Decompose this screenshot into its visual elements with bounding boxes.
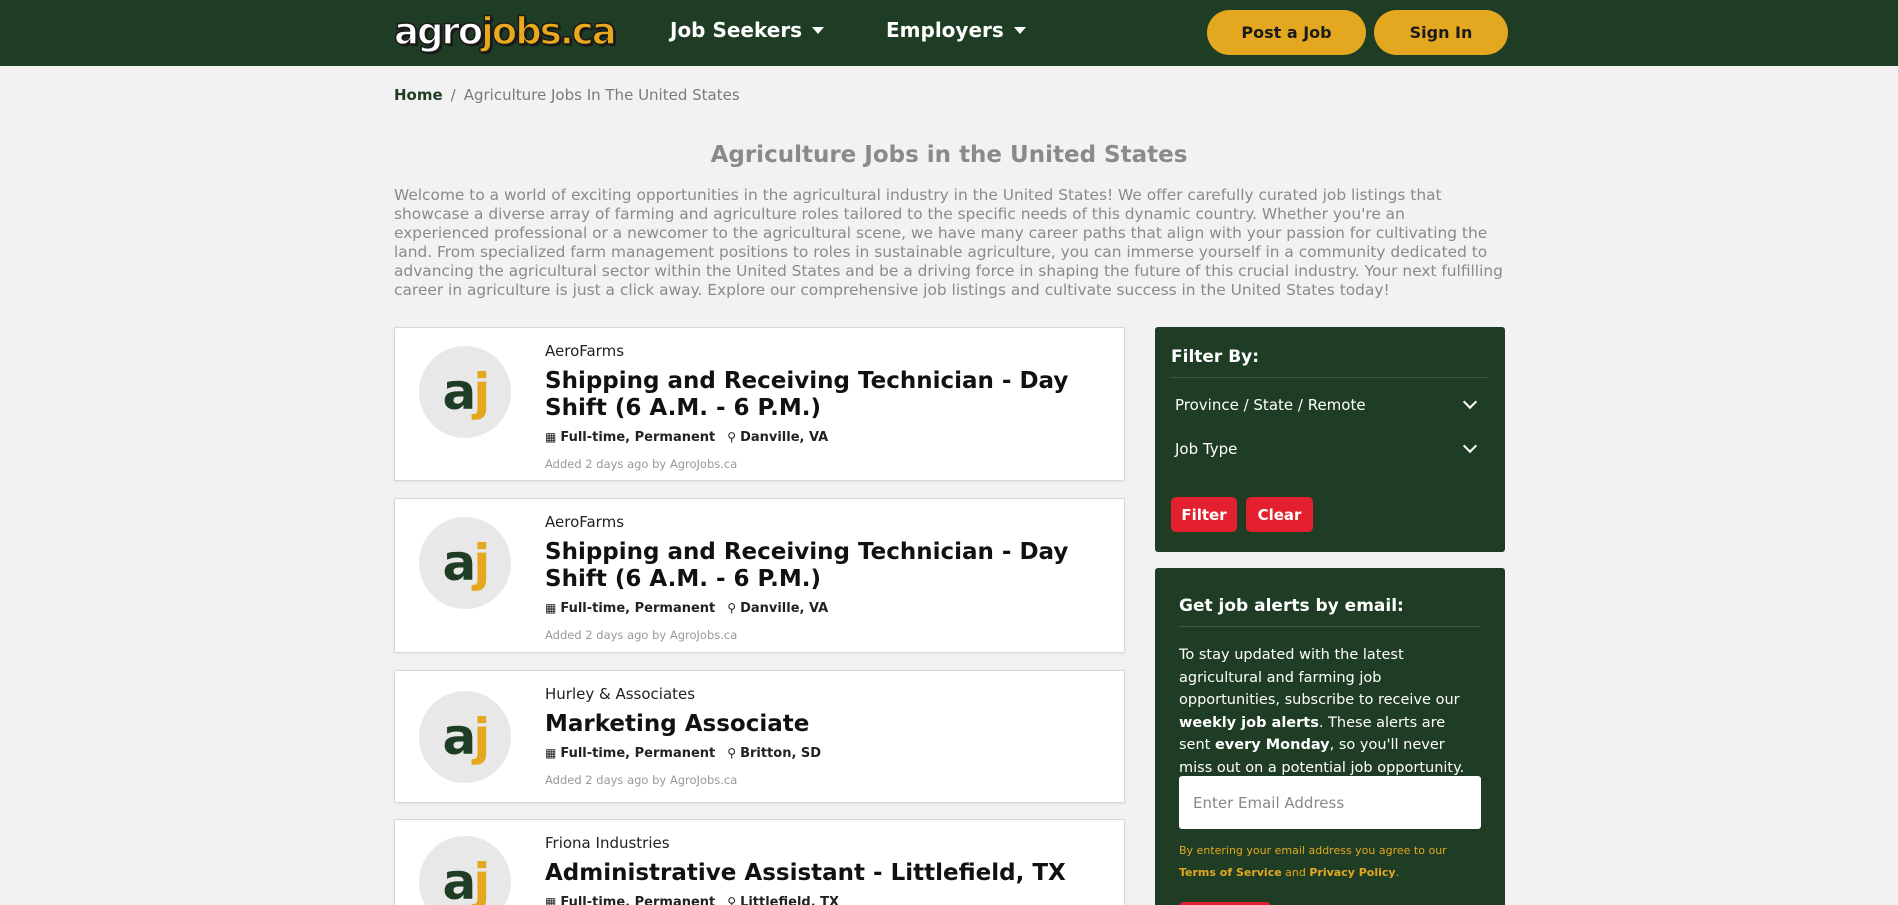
- job-type-dropdown[interactable]: Job Type: [1175, 438, 1478, 458]
- clear-button[interactable]: Clear: [1246, 497, 1313, 532]
- sign-in-button[interactable]: Sign In: [1374, 10, 1508, 55]
- divider: [1179, 626, 1481, 627]
- calendar-icon: ▦: [545, 430, 557, 444]
- breadcrumb-separator: /: [450, 86, 456, 104]
- nav-job-seekers[interactable]: Job Seekers: [670, 18, 825, 42]
- breadcrumb-current: Agriculture Jobs In The United States: [463, 86, 740, 104]
- divider: [1171, 377, 1489, 378]
- nav-employers[interactable]: Employers: [886, 18, 1026, 42]
- privacy-link[interactable]: Privacy Policy: [1309, 866, 1395, 879]
- company-logo: aj: [419, 346, 511, 438]
- chevron-down-icon: [1462, 438, 1478, 454]
- job-type-label: Job Type: [1175, 440, 1238, 458]
- map-marker-icon: ⚲: [727, 430, 737, 444]
- email-input[interactable]: [1179, 776, 1481, 829]
- filter-heading: Filter By:: [1171, 347, 1260, 367]
- province-state-dropdown[interactable]: Province / State / Remote: [1175, 394, 1478, 414]
- job-type: ▦ Full-time, Permanent: [545, 746, 716, 761]
- job-type: ▦ Full-time, Permanent: [545, 430, 716, 445]
- job-card[interactable]: aj AeroFarms Shipping and Receiving Tech…: [394, 498, 1125, 653]
- site-logo[interactable]: agrojobs.ca: [393, 10, 617, 53]
- page-intro: Welcome to a world of exciting opportuni…: [394, 186, 1503, 299]
- province-state-label: Province / State / Remote: [1175, 396, 1366, 414]
- caret-down-icon: [812, 26, 825, 34]
- job-location: ⚲ Britton, SD: [727, 746, 822, 761]
- company-name: AeroFarms: [545, 513, 625, 531]
- calendar-icon: ▦: [545, 746, 557, 760]
- added-info: Added 2 days ago by AgroJobs.ca: [545, 628, 738, 642]
- calendar-icon: ▦: [545, 601, 557, 615]
- terms-link[interactable]: Terms of Service: [1179, 866, 1282, 879]
- company-name: Friona Industries: [545, 834, 670, 852]
- job-location: ⚲ Danville, VA: [727, 601, 829, 616]
- alerts-heading: Get job alerts by email:: [1179, 596, 1404, 616]
- page-title: Agriculture Jobs in the United States: [710, 142, 1188, 168]
- job-title[interactable]: Administrative Assistant - Littlefield, …: [545, 860, 1084, 887]
- map-marker-icon: ⚲: [727, 746, 737, 760]
- top-navbar: agrojobs.ca Job Seekers Employers Post a…: [0, 0, 1898, 66]
- calendar-icon: ▦: [545, 895, 557, 905]
- breadcrumb-home[interactable]: Home: [394, 86, 443, 104]
- job-card[interactable]: aj Friona Industries Administrative Assi…: [394, 819, 1125, 905]
- company-name: AeroFarms: [545, 342, 625, 360]
- chevron-down-icon: [1462, 394, 1478, 410]
- logo-agro: agro: [393, 10, 484, 53]
- company-logo: aj: [419, 836, 511, 905]
- caret-down-icon: [1013, 26, 1026, 34]
- job-type: ▦ Full-time, Permanent: [545, 895, 715, 905]
- job-title[interactable]: Shipping and Receiving Technician - Day …: [545, 368, 1084, 422]
- job-location: ⚲ Littlefield, TX: [727, 895, 839, 905]
- alerts-description: To stay updated with the latest agricult…: [1179, 647, 1465, 776]
- added-info: Added 2 days ago by AgroJobs.ca: [545, 773, 738, 787]
- filter-panel: Filter By: Province / State / Remote Job…: [1155, 327, 1505, 552]
- company-logo: aj: [419, 691, 511, 783]
- map-marker-icon: ⚲: [727, 601, 737, 615]
- nav-employers-label: Employers: [886, 18, 1004, 42]
- nav-job-seekers-label: Job Seekers: [670, 18, 803, 42]
- company-logo: aj: [419, 517, 511, 609]
- job-title[interactable]: Marketing Associate: [545, 711, 1084, 738]
- map-marker-icon: ⚲: [727, 895, 737, 905]
- job-type: ▦ Full-time, Permanent: [545, 601, 716, 616]
- job-location: ⚲ Danville, VA: [727, 430, 829, 445]
- breadcrumb: Home / Agriculture Jobs In The United St…: [394, 86, 740, 104]
- job-card[interactable]: aj AeroFarms Shipping and Receiving Tech…: [394, 327, 1125, 481]
- filter-button[interactable]: Filter: [1171, 497, 1237, 532]
- company-name: Hurley & Associates: [545, 685, 696, 703]
- added-info: Added 2 days ago by AgroJobs.ca: [545, 457, 738, 471]
- job-title[interactable]: Shipping and Receiving Technician - Day …: [545, 539, 1084, 593]
- terms-notice: By entering your email address you agree…: [1179, 844, 1447, 879]
- logo-jobs: jobs.ca: [480, 10, 617, 53]
- job-alerts-panel: Get job alerts by email: To stay updated…: [1155, 568, 1505, 905]
- post-job-button[interactable]: Post a Job: [1207, 10, 1366, 55]
- job-card[interactable]: aj Hurley & Associates Marketing Associa…: [394, 670, 1125, 803]
